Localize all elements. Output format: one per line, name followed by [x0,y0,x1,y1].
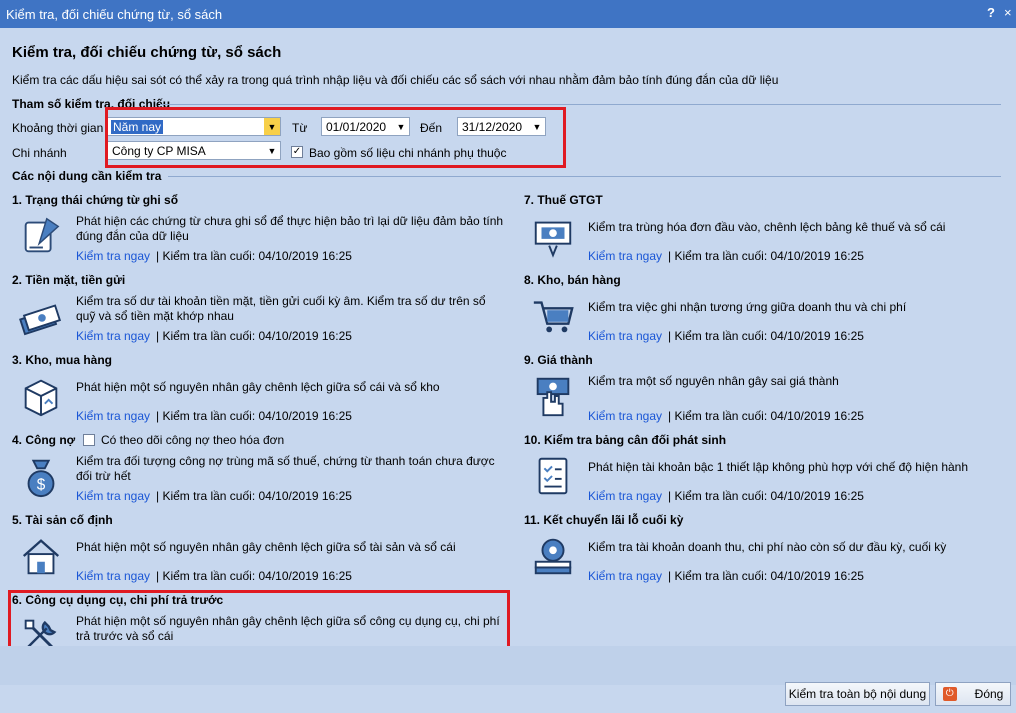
last-checked-text: | Kiểm tra lần cuối: 04/10/2019 16:25 [156,249,352,263]
check-now-link[interactable]: Kiểm tra ngay [588,489,662,503]
last-checked-text: | Kiểm tra lần cuối: 04/10/2019 16:25 [668,569,864,583]
highlight-box-params [105,107,566,168]
check-now-link[interactable]: Kiểm tra ngay [76,569,150,583]
check-item-title: 1. Trạng thái chứng từ ghi sổ [12,193,179,207]
check-item-description: Phát hiện các chứng từ chưa ghi sổ để th… [76,214,504,243]
house-icon [18,533,64,579]
box-icon [18,373,64,419]
section-divider [160,104,1001,105]
check-now-link[interactable]: Kiểm tra ngay [588,569,662,583]
help-icon[interactable]: ? [987,5,995,20]
hand-money-icon [530,373,576,419]
cash-stack-icon [18,293,64,339]
check-now-link[interactable]: Kiểm tra ngay [76,489,150,503]
check-now-link[interactable]: Kiểm tra ngay [588,249,662,263]
last-checked-text: | Kiểm tra lần cuối: 04/10/2019 16:25 [668,489,864,503]
last-checked-text: | Kiểm tra lần cuối: 04/10/2019 16:25 [156,569,352,583]
check-item-description: Kiểm tra đối tượng công nợ trùng mã số t… [76,454,495,483]
last-checked-text: | Kiểm tra lần cuối: 04/10/2019 16:25 [668,409,864,423]
check-now-link[interactable]: Kiểm tra ngay [76,249,150,263]
check-item-description: Phát hiện một số nguyên nhân gây chênh l… [76,380,440,394]
footer-bar [0,646,1016,685]
check-item-title: 7. Thuế GTGT [524,193,603,207]
check-item-title: 11. Kết chuyển lãi lỗ cuối kỳ [524,513,684,527]
check-now-link[interactable]: Kiểm tra ngay [76,409,150,423]
check-now-link[interactable]: Kiểm tra ngay [588,409,662,423]
page-title: Kiểm tra, đối chiếu chứng từ, sổ sách [12,44,282,61]
check-now-link[interactable]: Kiểm tra ngay [76,329,150,343]
check-item-title: 2. Tiền mặt, tiền gửi [12,273,126,287]
close-button-label: Đóng [974,687,1004,701]
svg-text:$: $ [37,476,46,493]
close-button[interactable]: ⏻ Đóng [935,682,1011,706]
last-checked-text: | Kiểm tra lần cuối: 04/10/2019 16:25 [156,489,352,503]
debt-by-invoice-label: Có theo dõi công nợ theo hóa đơn [101,433,285,447]
tax-bill-icon [530,213,576,259]
check-item-description: Kiểm tra trùng hóa đơn đầu vào, chênh lệ… [588,220,946,234]
window-title: Kiểm tra, đối chiếu chứng từ, sổ sách [6,7,223,22]
debt-by-invoice-checkbox[interactable] [83,434,95,446]
last-checked-text: | Kiểm tra lần cuối: 04/10/2019 16:25 [156,329,352,343]
power-icon: ⏻ [942,687,957,701]
check-item-description: Kiểm tra một số nguyên nhân gây sai giá … [588,374,839,388]
check-item-title: 10. Kiểm tra bảng cân đối phát sinh [524,433,727,447]
check-item-title: 3. Kho, mua hàng [12,353,113,367]
check-item-description: Phát hiện một số nguyên nhân gây chênh l… [76,540,456,554]
check-item-title: 9. Giá thành [524,353,593,367]
check-item-description: Phát hiện tài khoản bậc 1 thiết lập khôn… [588,460,969,474]
last-checked-text: | Kiểm tra lần cuối: 04/10/2019 16:25 [668,329,864,343]
close-icon[interactable]: × [1004,5,1012,20]
check-item-title: 4. Công nợ [12,433,76,447]
check-item-title: 5. Tài sản cố định [12,513,113,527]
last-checked-text: | Kiểm tra lần cuối: 04/10/2019 16:25 [156,409,352,423]
check-item-description: Kiểm tra tài khoản doanh thu, chi phí nà… [588,540,947,554]
quill-document-icon [18,213,64,259]
shopping-cart-icon [530,293,576,339]
check-now-link[interactable]: Kiểm tra ngay [588,329,662,343]
content-section-title: Các nội dung cần kiểm tra [12,169,162,183]
check-item-description: Kiểm tra số dư tài khoản tiền mặt, tiền … [76,294,486,323]
check-item-title: 8. Kho, bán hàng [524,273,621,287]
last-checked-text: | Kiểm tra lần cuối: 04/10/2019 16:25 [668,249,864,263]
window-titlebar: Kiểm tra, đối chiếu chứng từ, sổ sách ? … [0,0,1016,28]
period-label: Khoảng thời gian [12,121,104,135]
gear-stack-icon [530,533,576,579]
checklist-icon [530,453,576,499]
check-item-description: Kiểm tra việc ghi nhận tương ứng giữa do… [588,300,907,314]
money-bag-icon: $ [18,453,64,499]
page-description: Kiểm tra các dấu hiệu sai sót có thể xảy… [12,73,779,87]
branch-label: Chi nhánh [12,146,67,160]
check-all-button[interactable]: Kiểm tra toàn bộ nội dung [785,682,930,706]
section-divider [168,176,1001,177]
